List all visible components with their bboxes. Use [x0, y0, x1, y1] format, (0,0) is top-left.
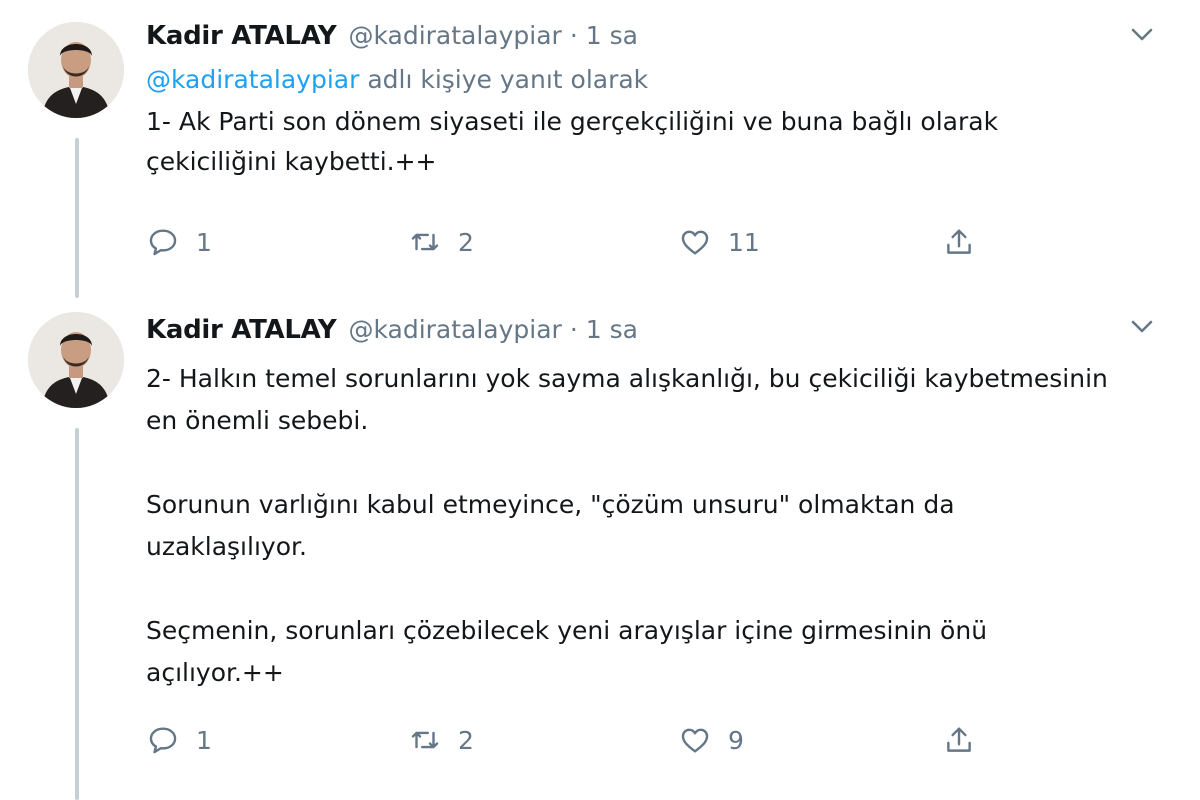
profile-photo-icon: [28, 22, 124, 118]
reply-button[interactable]: 1: [146, 720, 212, 760]
retweet-count: 2: [458, 227, 474, 257]
reply-context: @kadiratalaypiar adlı kişiye yanıt olara…: [146, 62, 1160, 98]
reply-count: 1: [196, 725, 212, 755]
more-options-button[interactable]: [1128, 312, 1156, 340]
tweet-text: 2- Halkın temel sorunlarını yok sayma al…: [146, 364, 1108, 687]
reply-icon: [149, 727, 177, 754]
retweet-count: 2: [458, 725, 474, 755]
reply-count: 1: [196, 227, 212, 257]
reply-context-text: adlı kişiye yanıt olarak: [359, 65, 649, 94]
profile-photo-icon: [28, 312, 124, 408]
timestamp[interactable]: 1 sa: [586, 18, 638, 54]
like-count: 9: [728, 725, 744, 755]
share-button[interactable]: [942, 222, 976, 262]
retweet-icon: [411, 731, 439, 749]
retweet-button[interactable]: 2: [408, 720, 474, 760]
reply-button[interactable]: 1: [146, 222, 212, 262]
heart-icon: [681, 230, 709, 255]
tweet-2[interactable]: Kadir ATALAY @kadiratalaypiar · 1 sa 2- …: [0, 300, 1200, 800]
share-button[interactable]: [942, 720, 976, 760]
like-button[interactable]: 11: [678, 222, 760, 262]
retweet-icon: [411, 233, 439, 251]
retweet-button[interactable]: 2: [408, 222, 474, 262]
timestamp[interactable]: 1 sa: [586, 312, 638, 348]
author-name[interactable]: Kadir ATALAY: [146, 18, 337, 54]
author-handle[interactable]: @kadiratalaypiar: [348, 18, 561, 54]
tweet-text: 1- Ak Parti son dönem siyaseti ile gerçe…: [146, 107, 999, 176]
heart-icon: [681, 728, 709, 753]
tweet-header: Kadir ATALAY @kadiratalaypiar · 1 sa: [146, 312, 1160, 348]
separator-dot: ·: [569, 315, 578, 344]
tweet-1[interactable]: Kadir ATALAY @kadiratalaypiar · 1 sa @ka…: [0, 0, 1200, 300]
share-icon: [947, 229, 971, 254]
share-icon: [947, 727, 971, 752]
author-name[interactable]: Kadir ATALAY: [146, 312, 337, 348]
separator-dot: ·: [569, 21, 578, 50]
reply-icon: [149, 229, 177, 256]
chevron-down-icon: [1131, 28, 1153, 41]
avatar[interactable]: [28, 312, 124, 408]
like-button[interactable]: 9: [678, 720, 744, 760]
more-options-button[interactable]: [1128, 20, 1156, 48]
author-handle[interactable]: @kadiratalaypiar: [348, 312, 561, 348]
tweet-header: Kadir ATALAY @kadiratalaypiar · 1 sa: [146, 18, 1160, 54]
reply-mention-link[interactable]: @kadiratalaypiar: [146, 65, 359, 94]
chevron-down-icon: [1131, 320, 1153, 333]
avatar[interactable]: [28, 22, 124, 118]
like-count: 11: [728, 227, 760, 257]
